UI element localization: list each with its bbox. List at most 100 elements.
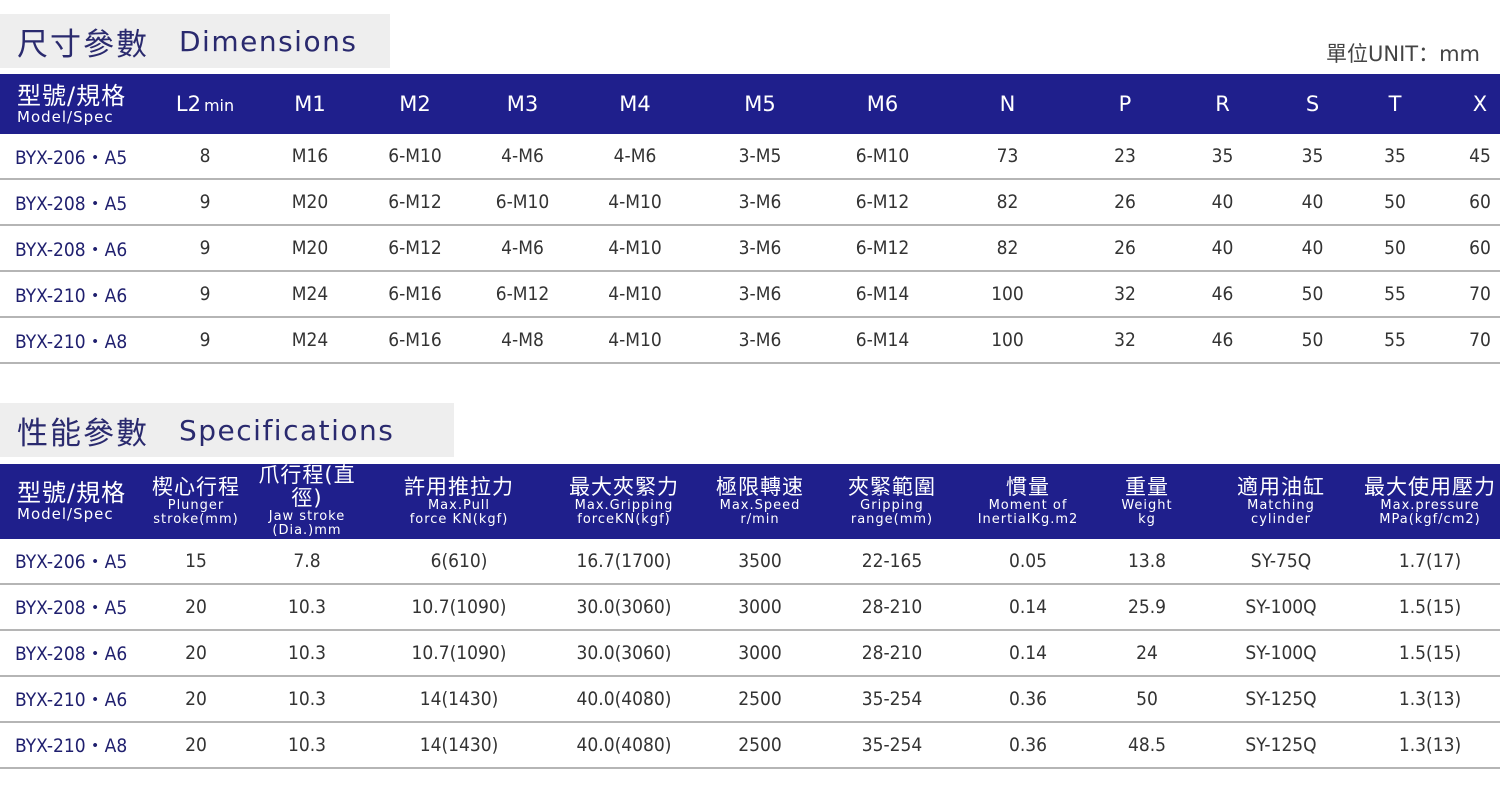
header-m6: M6 [866, 92, 899, 116]
header-m2: M2 [399, 92, 431, 116]
model-cell: BYX-210・A8 [0, 721, 148, 769]
value-cell: 10.3 [244, 721, 370, 769]
header-jaw-stroke-en1: Jaw stroke [268, 509, 346, 525]
value-cell: 10.3 [244, 583, 370, 631]
value-cell: 15 [148, 538, 244, 585]
value-cell: 50 [1355, 225, 1435, 272]
table-row: BYX-208・A5 9 M20 6-M12 6-M10 4-M10 3-M6 6-M12 82… [0, 179, 1500, 226]
table-row: BYX-206・A5 15 7.8 6(610) 16.7(1700) 3500 22-16… [0, 538, 1500, 585]
header-max-pull-force-en1: Max.Pull [427, 497, 491, 513]
value-cell: 6-M14 [825, 271, 940, 318]
value-cell: 50 [1270, 317, 1355, 364]
header-model-en: Model/Spec [17, 504, 114, 523]
value-cell: 35-254 [820, 675, 964, 723]
value-cell: 1.5(15) [1360, 583, 1500, 631]
header-p: P [1118, 92, 1132, 116]
value-cell: M20 [260, 179, 360, 226]
value-cell: 30.0(3060) [548, 583, 700, 631]
header-max-pressure: 最大使用壓力 Max.pressure MPa(kgf/cm2) [1360, 464, 1500, 539]
header-jaw-stroke-cn: 爪行程(直徑) [258, 463, 356, 511]
dimensions-section-title: 尺寸參數 Dimensions [0, 14, 390, 68]
value-cell: 20 [148, 629, 244, 677]
header-max-gripping-force-cn: 最大夾緊力 [569, 474, 679, 499]
value-cell: 6-M10 [360, 134, 470, 180]
table-row: BYX-210・A6 9 M24 6-M16 6-M12 4-M10 3-M6 6-M14 10… [0, 271, 1500, 318]
value-cell: 4-M10 [575, 271, 695, 318]
header-model-cn: 型號/規格 [17, 81, 127, 110]
header-matching-cylinder-cn: 適用油缸 [1237, 474, 1325, 499]
header-gripping-range-en1: Gripping [860, 497, 924, 513]
value-cell: 48.5 [1092, 721, 1202, 769]
model-cell: BYX-210・A8 [0, 317, 150, 364]
value-cell: 3000 [700, 629, 820, 677]
value-cell: 2500 [700, 721, 820, 769]
model-cell: BYX-208・A5 [0, 179, 150, 226]
header-matching-cylinder: 適用油缸 Matching cylinder [1202, 464, 1360, 539]
value-cell: 4-M10 [575, 179, 695, 226]
table-row: BYX-206・A5 8 M16 6-M10 4-M6 4-M6 3-M5 6-M10 73 23… [0, 134, 1500, 180]
value-cell: SY-100Q [1202, 583, 1360, 631]
value-cell: 28-210 [820, 583, 964, 631]
header-r: R [1215, 92, 1230, 116]
unit-label: 單位UNIT：mm [1325, 42, 1480, 66]
model-cell: BYX-206・A5 [0, 538, 148, 585]
value-cell: 0.14 [964, 629, 1092, 677]
value-cell: 82 [940, 225, 1075, 272]
value-cell: 4-M10 [575, 225, 695, 272]
table-row: BYX-208・A5 20 10.3 10.7(1090) 30.0(3060) 3000… [0, 583, 1500, 631]
value-cell: 40 [1270, 225, 1355, 272]
value-cell: 4-M6 [470, 225, 575, 272]
model-cell: BYX-210・A6 [0, 675, 148, 723]
value-cell: M16 [260, 134, 360, 180]
value-cell: 26 [1075, 179, 1175, 226]
header-moment-of-inertia-en1: Moment of [988, 497, 1068, 513]
dimensions-title-cn: 尺寸參數 [17, 26, 149, 63]
value-cell: 6-M16 [360, 317, 470, 364]
value-cell: 20 [148, 583, 244, 631]
value-cell: 50 [1355, 179, 1435, 226]
header-model-spec: 型號/規格 Model/Spec [0, 74, 150, 134]
value-cell: 32 [1075, 271, 1175, 318]
header-m3: M3 [506, 92, 539, 116]
value-cell: 4-M6 [470, 134, 575, 180]
value-cell: 9 [150, 317, 260, 364]
value-cell: 6-M12 [825, 225, 940, 272]
value-cell: 3000 [700, 583, 820, 631]
value-cell: 22-165 [820, 538, 964, 585]
header-max-pull-force-en2: force KN(kgf) [409, 511, 509, 527]
header-moment-of-inertia-cn: 慣量 [1006, 474, 1050, 499]
header-max-gripping-force-en1: Max.Gripping [574, 497, 674, 513]
header-jaw-stroke-en2: (Dia.)mm [272, 523, 342, 539]
value-cell: 50 [1270, 271, 1355, 318]
value-cell: 3-M6 [695, 225, 825, 272]
table-row: BYX-210・A8 9 M24 6-M16 4-M8 4-M10 3-M6 6-M14 100… [0, 317, 1500, 364]
header-max-pressure-cn: 最大使用壓力 [1364, 474, 1496, 499]
table-row: BYX-208・A6 20 10.3 10.7(1090) 30.0(3060) 3000… [0, 629, 1500, 677]
value-cell: 1.3(13) [1360, 675, 1500, 723]
value-cell: 14(1430) [370, 721, 548, 769]
value-cell: 20 [148, 721, 244, 769]
header-max-pressure-en1: Max.pressure [1380, 497, 1480, 513]
value-cell: 100 [940, 271, 1075, 318]
value-cell: 45 [1435, 134, 1500, 180]
value-cell: 6-M12 [360, 179, 470, 226]
value-cell: 20 [148, 675, 244, 723]
value-cell: 40.0(4080) [548, 721, 700, 769]
header-max-speed: 極限轉速 Max.Speed r/min [700, 464, 820, 539]
value-cell: 4-M8 [470, 317, 575, 364]
value-cell: 16.7(1700) [548, 538, 700, 585]
specifications-table: 型號/規格 Model/Spec 楔心行程 Plunger stroke(mm) 爪行… [0, 463, 1500, 769]
specifications-title-en: Specifications [179, 413, 395, 447]
header-weight-en1: Weight [1121, 497, 1173, 513]
header-l2min: L2 min [150, 74, 260, 134]
value-cell: 100 [940, 317, 1075, 364]
value-cell: 4-M10 [575, 317, 695, 364]
header-model-en: Model/Spec [17, 107, 114, 126]
value-cell: 50 [1092, 675, 1202, 723]
header-max-pressure-en2: MPa(kgf/cm2) [1379, 511, 1481, 527]
header-plunger-stroke-cn: 楔心行程 [152, 474, 240, 499]
header-s: S [1305, 92, 1320, 116]
value-cell: 32 [1075, 317, 1175, 364]
value-cell: M24 [260, 317, 360, 364]
value-cell: M20 [260, 225, 360, 272]
